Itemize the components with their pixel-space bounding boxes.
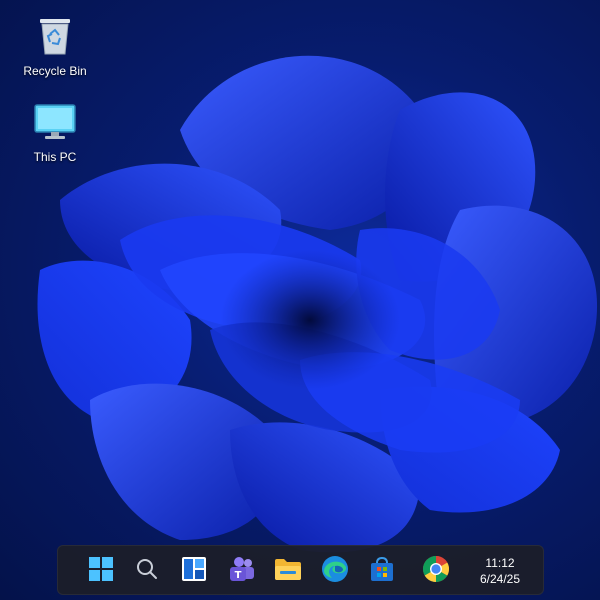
widgets-button[interactable] (178, 555, 210, 587)
teams-icon: T (227, 555, 255, 588)
search-button[interactable] (131, 555, 163, 587)
windows-logo-icon (88, 556, 114, 587)
teams-button[interactable]: T (225, 555, 257, 587)
svg-text:T: T (235, 570, 242, 581)
clock-date: 6/24/25 (479, 572, 521, 586)
edge-button[interactable] (319, 555, 351, 587)
recycle-bin-icon (33, 14, 77, 58)
desktop-wallpaper (0, 0, 600, 600)
clock-time: 11:12 (485, 556, 515, 570)
bloom-wallpaper-art (37, 55, 598, 553)
start-button[interactable] (85, 555, 117, 587)
store-icon (369, 556, 395, 587)
microsoft-store-button[interactable] (366, 555, 398, 587)
desktop-icon-label: Recycle Bin (23, 64, 87, 78)
chrome-button[interactable] (420, 555, 452, 587)
widgets-icon (181, 556, 207, 587)
chrome-browser-icon (422, 555, 450, 588)
taskbar: T 11:12 6/24/25 (57, 545, 544, 595)
folder-icon (274, 557, 302, 586)
system-clock[interactable]: 11:12 6/24/25 (467, 554, 533, 588)
desktop-icon-this-pc[interactable]: This PC (7, 100, 103, 164)
search-icon (136, 558, 158, 585)
edge-browser-icon (321, 555, 349, 588)
file-explorer-button[interactable] (272, 555, 304, 587)
monitor-icon (33, 100, 77, 144)
desktop-icon-recycle-bin[interactable]: Recycle Bin (7, 14, 103, 78)
desktop-icon-label: This PC (33, 150, 77, 164)
